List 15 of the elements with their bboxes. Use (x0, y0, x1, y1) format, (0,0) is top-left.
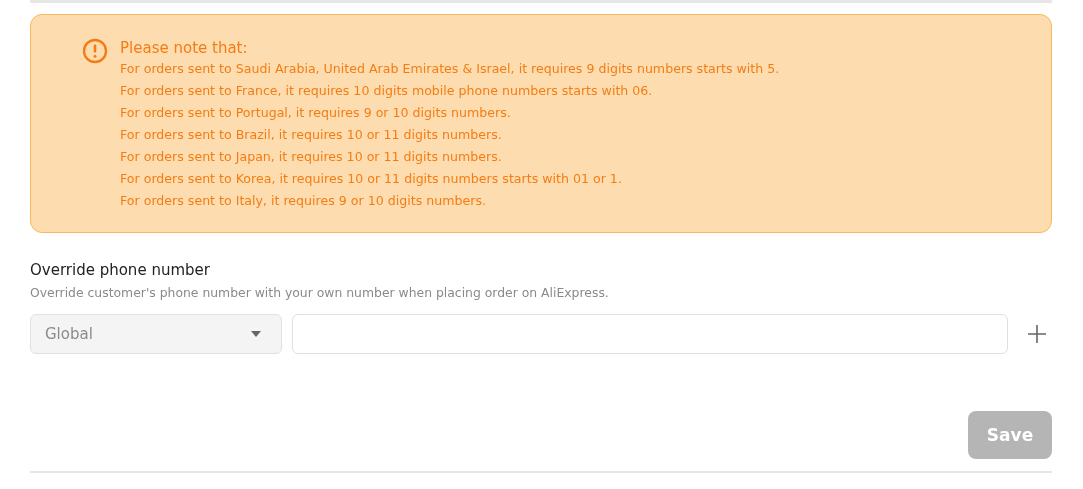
notice-line: For orders sent to Portugal, it requires 9 or 10 digits numbers. (120, 104, 512, 122)
notice-line: For orders sent to Korea, it requires 10 or 11 digits numbers starts with 01 or 1. (120, 170, 623, 188)
notice-line: For orders sent to Brazil, it requires 10 or 11 digits numbers. (120, 126, 503, 144)
section-description: Override customer's phone number with your own number when placing order on AliExpress. (30, 284, 610, 302)
notice-title: Please note that: (120, 38, 249, 58)
notice-line: For orders sent to Japan, it requires 10 or 11 digits numbers. (120, 148, 503, 166)
phone-input-field[interactable] (292, 314, 1008, 354)
notice-line: For orders sent to Italy, it requires 9 or 10 digits numbers. (120, 192, 487, 210)
caret-icon (251, 331, 261, 337)
notice-line: For orders sent to France, it requires 10 digits mobile phone numbers starts with 06. (120, 82, 654, 100)
warning-icon (82, 38, 108, 64)
section-title: Override phone number (30, 260, 211, 281)
add-icon[interactable] (1028, 325, 1046, 343)
country-select[interactable]: Global (30, 314, 282, 354)
notice-line: For orders sent to Saudi Arabia, United Arab Emirates & Israel, it requires 9 digits numbers starts with 5. (120, 60, 780, 78)
